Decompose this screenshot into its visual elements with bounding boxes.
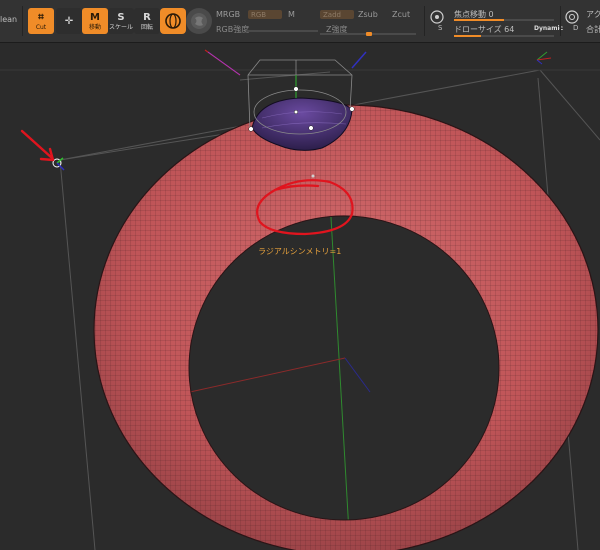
viewport-canvas[interactable]	[0, 43, 600, 550]
d-key-label: D	[573, 24, 579, 32]
pivot-point	[311, 174, 315, 178]
rotate-tool-button[interactable]: R 回転	[134, 8, 160, 34]
crosshair-tool-button[interactable]: ✛	[56, 8, 82, 34]
scale-tool-label: スケール	[108, 23, 133, 31]
red-arrow-annotation	[20, 129, 55, 162]
move-icon: M	[90, 11, 100, 23]
draw-size-label: ドローサイズ 64	[454, 25, 515, 34]
z-intensity-knob[interactable]	[366, 32, 372, 36]
toolbar-separator	[424, 6, 425, 36]
gizmo-diagonal	[207, 51, 241, 76]
torus-mesh[interactable]	[94, 105, 598, 550]
toolbar-separator	[560, 6, 561, 36]
toolbar-separator	[22, 6, 23, 36]
cut-icon: ⌗	[38, 11, 44, 23]
m-label[interactable]: M	[288, 10, 295, 19]
cut-tool-button[interactable]: ⌗ Cut	[28, 8, 54, 34]
focal-shift-slider[interactable]	[454, 19, 554, 21]
clean-label[interactable]: lean	[0, 15, 17, 24]
dynamic-toggle[interactable]: Dynamic	[534, 25, 563, 32]
total-points-label: 合計	[586, 25, 600, 34]
zsub-label[interactable]: Zsub	[358, 10, 378, 19]
draw-intensity-icon[interactable]	[565, 10, 579, 24]
move-tool-button[interactable]: M 移動	[82, 8, 108, 34]
rgb-intensity-slider[interactable]	[246, 30, 318, 32]
focal-shift-fill	[454, 19, 504, 21]
zcut-label[interactable]: Zcut	[392, 10, 410, 19]
mrgb-label[interactable]: MRGB	[216, 10, 240, 19]
zadd-label: Zadd	[323, 11, 341, 19]
material-sphere-icon	[191, 13, 207, 29]
z-intensity-slider[interactable]	[320, 32, 416, 36]
s-key-label: S	[438, 24, 443, 32]
cut-tool-label: Cut	[35, 23, 47, 31]
mini-axis-indicator	[536, 51, 552, 65]
scale-icon: S	[117, 11, 125, 23]
focal-shift-icon[interactable]	[430, 10, 444, 24]
rgb-intensity-label: RGB強度	[216, 25, 250, 34]
rgb-toggle[interactable]: RGB	[248, 10, 282, 19]
top-toolbar: lean ⌗ Cut ✛ M 移動 S スケール R 回転 MRGB RGB M…	[0, 0, 600, 43]
radial-symmetry-annotation: ラジアルシンメトリ=1	[258, 247, 342, 256]
material-sphere-button[interactable]	[186, 8, 212, 34]
scale-tool-button[interactable]: S スケール	[108, 8, 134, 34]
active-points-label: アク	[586, 10, 600, 19]
move-tool-label: 移動	[88, 23, 101, 31]
rotate-icon: R	[143, 11, 151, 23]
draw-size-slider[interactable]	[454, 35, 554, 37]
rgb-toggle-label: RGB	[251, 11, 267, 19]
gizmo-z-axis[interactable]	[351, 51, 367, 69]
rotate-tool-label: 回転	[140, 23, 153, 31]
zadd-toggle[interactable]: Zadd	[320, 10, 354, 19]
gizmo-icon	[165, 13, 181, 29]
crosshair-icon: ✛	[64, 15, 74, 27]
3d-viewport[interactable]: ラジアルシンメトリ=1	[0, 43, 600, 550]
gizmo-toggle-button[interactable]	[160, 8, 186, 34]
draw-size-fill	[454, 35, 481, 37]
